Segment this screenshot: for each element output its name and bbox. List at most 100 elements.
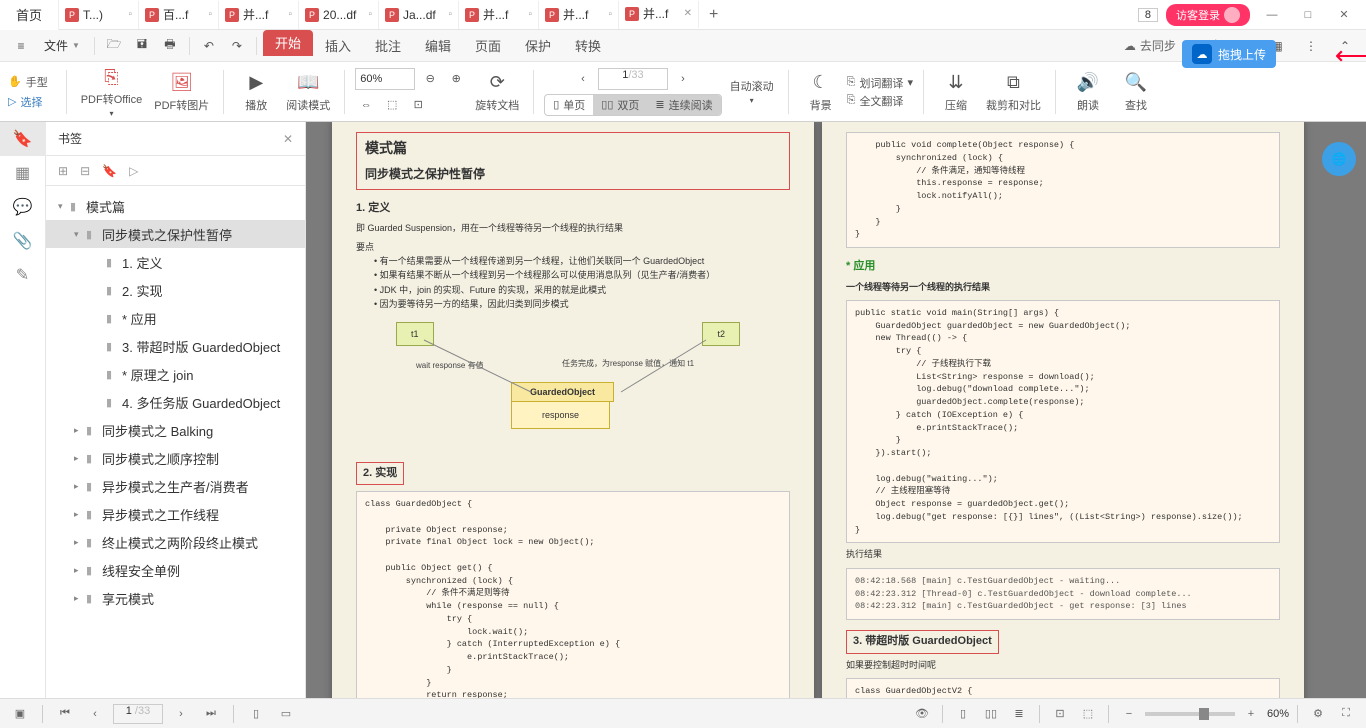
bookmark-item[interactable]: ▾▮同步模式之保护性暂停 <box>46 220 305 248</box>
home-tab[interactable]: 首页 <box>0 0 59 30</box>
next-page-btn[interactable]: › <box>169 703 193 725</box>
select-tool[interactable]: ▷ 选择 <box>8 94 48 110</box>
tab-2[interactable]: P并...f▫ <box>219 1 299 29</box>
single-page[interactable]: ▯ 单页 <box>545 95 593 115</box>
layout2-icon[interactable]: ▯▯ <box>979 703 1003 725</box>
bookmark-icon[interactable]: 🔖 <box>0 122 46 156</box>
first-page-icon[interactable]: ‹ <box>572 68 594 90</box>
undo-icon[interactable]: ↶ <box>196 33 222 59</box>
fit2-icon[interactable]: ⬚ <box>1076 703 1100 725</box>
tab-menu-icon[interactable]: ▫ <box>128 9 132 20</box>
caret-icon[interactable]: ▸ <box>74 565 84 576</box>
expand-all-icon[interactable]: ⊞ <box>58 164 68 178</box>
zoom-in-btn[interactable]: + <box>1239 703 1263 725</box>
background[interactable]: ☾背景 <box>799 71 843 113</box>
bookmark-item[interactable]: ▸▮同步模式之顺序控制 <box>46 444 305 472</box>
tab-menu-icon[interactable]: ▫ <box>208 9 212 20</box>
tab-4[interactable]: PJa...df▫ <box>379 1 459 29</box>
compress[interactable]: ⇊压缩 <box>934 71 978 113</box>
close-button[interactable]: ✕ <box>1330 4 1358 26</box>
maximize-button[interactable]: □ <box>1294 4 1322 26</box>
bookmark-item[interactable]: ▸▮终止模式之两阶段终止模式 <box>46 528 305 556</box>
thumbnail-icon[interactable]: ▦ <box>0 156 46 190</box>
bookmark-item[interactable]: ▮* 原理之 join <box>46 360 305 388</box>
last-page-btn[interactable]: ⏭ <box>199 703 223 725</box>
bookmark-item[interactable]: ▸▮同步模式之 Balking <box>46 416 305 444</box>
autoscroll[interactable]: 自动滚动▾ <box>726 78 778 105</box>
tab-0[interactable]: PT...)▫ <box>59 1 139 29</box>
save-icon[interactable]: 🖬 <box>129 33 155 59</box>
ribbon-页面[interactable]: 页面 <box>463 30 513 62</box>
eye-icon[interactable]: 👁 <box>910 703 934 725</box>
tab-menu-icon[interactable]: ▫ <box>368 9 372 20</box>
bookmark-item[interactable]: ▸▮异步模式之工作线程 <box>46 500 305 528</box>
read-aloud[interactable]: 🔊朗读 <box>1066 71 1110 113</box>
tab-menu-icon[interactable]: ▫ <box>288 9 292 20</box>
ribbon-保护[interactable]: 保护 <box>513 30 563 62</box>
tab-menu-icon[interactable]: ▫ <box>608 9 612 20</box>
next-page-icon[interactable]: › <box>672 68 694 90</box>
tab-7[interactable]: P并...f✕ <box>619 1 699 29</box>
ribbon-插入[interactable]: 插入 <box>313 30 363 62</box>
more-icon[interactable]: ⋮ <box>1298 33 1324 59</box>
status-page-input[interactable]: 1 /33 <box>113 704 163 724</box>
document-viewport[interactable]: 模式篇 同步模式之保护性暂停 1. 定义 即 Guarded Suspensio… <box>306 122 1366 698</box>
tab-5[interactable]: P并...f▫ <box>459 1 539 29</box>
ribbon-编辑[interactable]: 编辑 <box>413 30 463 62</box>
page-layout-toggle[interactable]: ▯ 单页 ▯▯ 双页 ≣ 连续阅读 <box>544 94 721 116</box>
ribbon-转换[interactable]: 转换 <box>563 30 613 62</box>
fit-width-icon[interactable]: ⇔ <box>355 94 377 116</box>
bookmark-item[interactable]: ▾▮模式篇 <box>46 192 305 220</box>
caret-icon[interactable]: ▸ <box>74 537 84 548</box>
bookmark-item[interactable]: ▸▮享元模式 <box>46 584 305 612</box>
caret-icon[interactable]: ▸ <box>74 453 84 464</box>
actual-size-icon[interactable]: ⊡ <box>407 94 429 116</box>
redo-icon[interactable]: ↷ <box>224 33 250 59</box>
fullscreen-icon[interactable]: ⛶ <box>1334 703 1358 725</box>
double-page[interactable]: ▯▯ 双页 <box>593 95 647 115</box>
zoom-input[interactable]: 60% <box>355 68 415 90</box>
ribbon-开始[interactable]: 开始 <box>263 30 313 56</box>
add-tab[interactable]: + <box>699 6 728 24</box>
bookmark-item[interactable]: ▮* 应用 <box>46 304 305 332</box>
caret-icon[interactable]: ▸ <box>74 509 84 520</box>
tab-close-icon[interactable]: ✕ <box>684 8 692 19</box>
open-icon[interactable]: 🗁 <box>101 33 127 59</box>
caret-icon[interactable]: ▾ <box>58 201 68 212</box>
attachment-icon[interactable]: 📎 <box>0 224 46 258</box>
zoom-slider[interactable] <box>1145 712 1235 716</box>
drag-upload-tip[interactable]: ☁ 拖拽上传 <box>1182 40 1276 68</box>
word-translate[interactable]: ⎘ 划词翻译 ▾ <box>847 75 913 91</box>
rotate-button[interactable]: ⟳旋转文档 <box>471 71 523 113</box>
layout3-icon[interactable]: ≣ <box>1007 703 1031 725</box>
bookmark-item[interactable]: ▮2. 实现 <box>46 276 305 304</box>
print-icon[interactable]: 🖶 <box>157 33 183 59</box>
view1-icon[interactable]: ▯ <box>244 703 268 725</box>
file-menu[interactable]: 文件▼ <box>36 37 88 54</box>
hand-tool[interactable]: ✋ 手型 <box>8 74 48 90</box>
caret-icon[interactable]: ▸ <box>74 481 84 492</box>
collapse-all-icon[interactable]: ⊟ <box>80 164 90 178</box>
crop-compare[interactable]: ⧉裁剪和对比 <box>982 71 1045 113</box>
comment-icon[interactable]: 💬 <box>0 190 46 224</box>
prev-page-btn[interactable]: ‹ <box>83 703 107 725</box>
edit-icon[interactable]: ✎ <box>0 258 46 292</box>
zoom-out-icon[interactable]: ⊖ <box>419 68 441 90</box>
zoom-in-icon[interactable]: ⊕ <box>445 68 467 90</box>
panel-toggle-icon[interactable]: ▣ <box>8 703 32 725</box>
bookmark-play-icon[interactable]: ▷ <box>129 164 138 178</box>
tab-1[interactable]: P百...f▫ <box>139 1 219 29</box>
bookmark-item[interactable]: ▮4. 多任务版 GuardedObject <box>46 388 305 416</box>
tab-menu-icon[interactable]: ▫ <box>528 9 532 20</box>
tab-3[interactable]: P20...df▫ <box>299 1 379 29</box>
full-translate[interactable]: ⎘ 全文翻译 <box>847 93 904 109</box>
sidebar-close-icon[interactable]: ✕ <box>283 132 293 146</box>
fit1-icon[interactable]: ⊡ <box>1048 703 1072 725</box>
caret-icon[interactable]: ▸ <box>74 593 84 604</box>
bookmark-item[interactable]: ▸▮异步模式之生产者/消费者 <box>46 472 305 500</box>
fit-page-icon[interactable]: ⬚ <box>381 94 403 116</box>
tab-6[interactable]: P并...f▫ <box>539 1 619 29</box>
settings-icon[interactable]: ⚙ <box>1306 703 1330 725</box>
ribbon-批注[interactable]: 批注 <box>363 30 413 62</box>
add-bookmark-icon[interactable]: 🔖 <box>102 164 117 178</box>
